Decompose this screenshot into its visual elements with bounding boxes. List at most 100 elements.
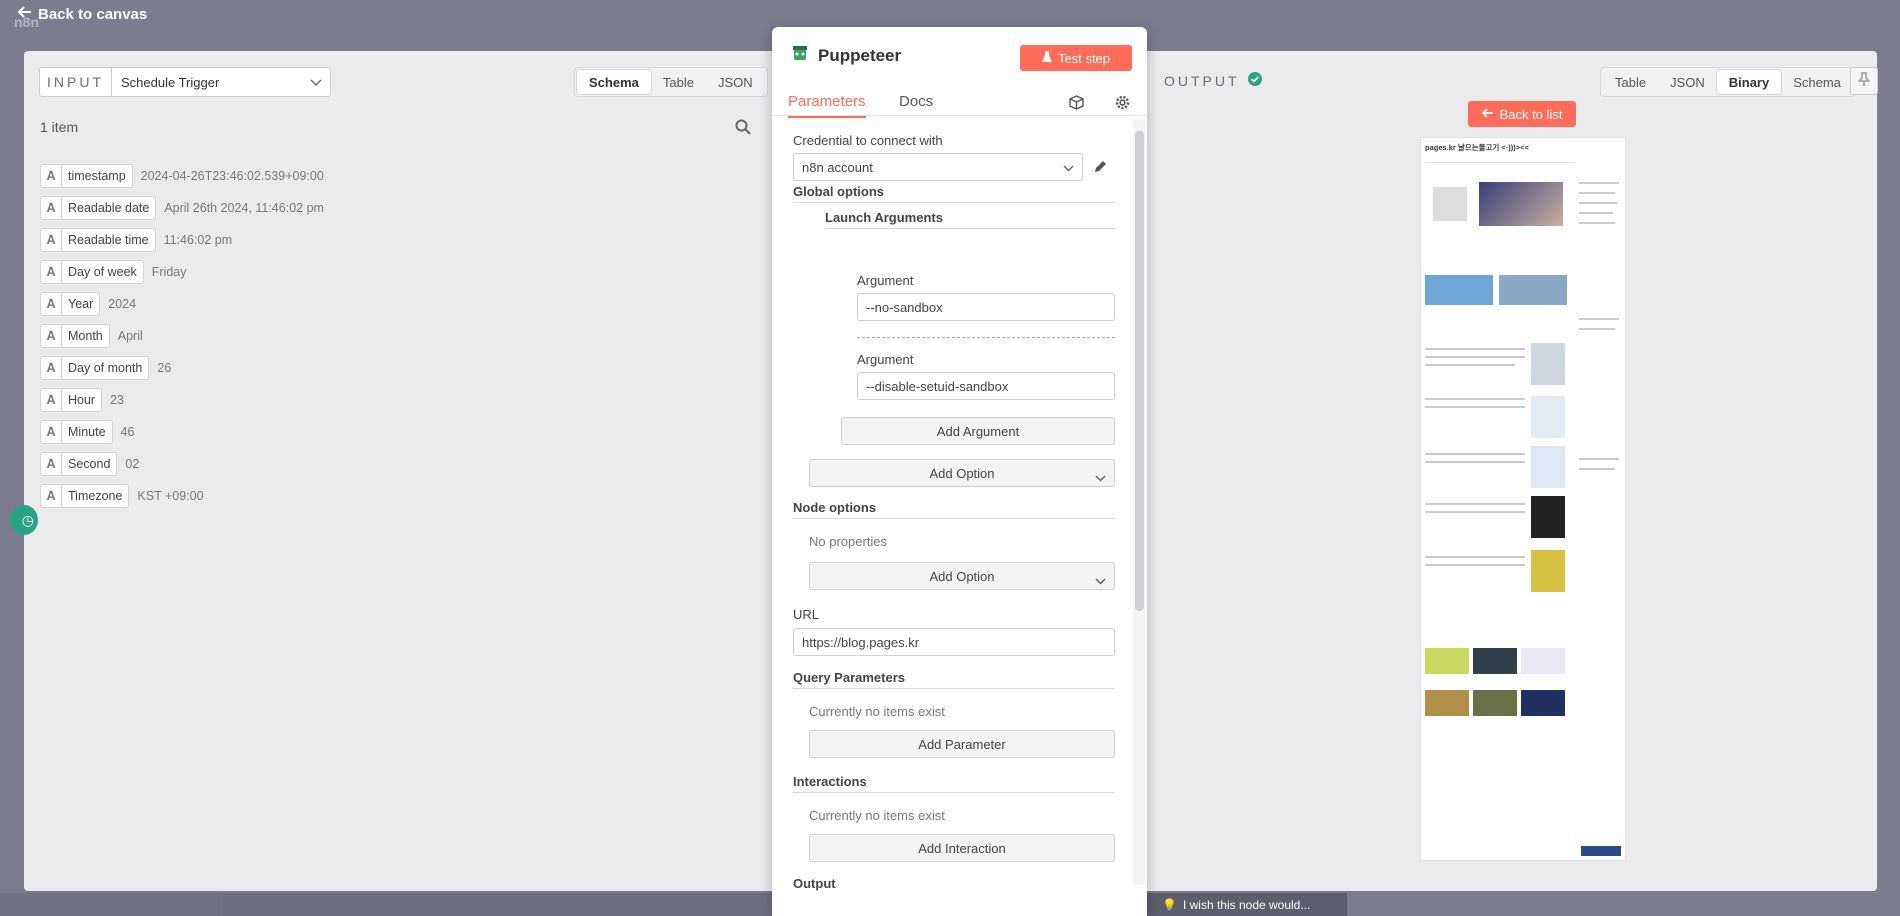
input-schema-list: Atimestamp 2024-04-26T23:46:02.539+09:00 … (40, 160, 324, 512)
tab-docs[interactable]: Docs (899, 93, 933, 110)
input-source-dropdown[interactable]: Schedule Trigger (112, 75, 330, 90)
add-parameter-button[interactable]: Add Parameter (809, 730, 1115, 758)
argument-label: Argument (857, 273, 914, 288)
interactions-heading: Interactions (793, 774, 1115, 793)
schema-field-chip[interactable]: A Second (40, 452, 118, 476)
back-to-list-button[interactable]: Back to list (1468, 101, 1576, 127)
output-view-json[interactable]: JSON (1658, 70, 1717, 94)
schema-row: A Year 2024 (40, 288, 324, 320)
preview-thumb (1531, 550, 1565, 592)
input-view-table[interactable]: Table (651, 70, 706, 94)
node-title-text: Puppeteer (818, 45, 902, 65)
add-option-button[interactable]: Add Option (809, 562, 1115, 590)
schema-field-name: Month (68, 329, 103, 343)
pin-data-button[interactable] (1850, 67, 1878, 95)
add-option-button[interactable]: Add Option (809, 459, 1115, 487)
add-interaction-button[interactable]: Add Interaction (809, 834, 1115, 862)
schema-field-name: Readable time (68, 233, 149, 247)
schema-field-value: April (117, 329, 143, 343)
schema-field-value: 2024-04-26T23:46:02.539+09:00 (140, 169, 324, 183)
parameters-scrollbar[interactable] (1133, 119, 1145, 885)
schema-field-chip[interactable]: A Day of week (40, 260, 144, 284)
schema-field-name: Year (68, 297, 94, 311)
schema-field-value: Friday (151, 265, 187, 279)
preview-text-line (1425, 461, 1525, 463)
output-view-binary[interactable]: Binary (1716, 70, 1782, 94)
schema-field-name: Second (68, 457, 111, 471)
node-title[interactable]: Puppeteer (792, 44, 901, 67)
trigger-clock-icon[interactable]: ◷ (10, 505, 38, 535)
back-to-canvas-button[interactable]: Back to canvas (17, 5, 147, 23)
preview-thumb (1521, 690, 1565, 716)
schema-field-chip[interactable]: A Readable time (40, 228, 156, 252)
arrow-left-icon (17, 5, 32, 23)
schema-field-chip[interactable]: Atimestamp (40, 164, 133, 188)
schema-field-chip[interactable]: A Month (40, 324, 110, 348)
input-view-schema[interactable]: Schema (577, 70, 651, 94)
add-option-label: Add Option (929, 568, 995, 584)
box-icon[interactable] (1069, 95, 1085, 111)
arrow-left-icon (1481, 107, 1494, 122)
string-type-icon: A (41, 325, 62, 347)
schema-field-value: 46 (120, 425, 135, 439)
pencil-icon[interactable] (1093, 159, 1108, 179)
string-type-icon: A (41, 261, 62, 283)
url-input[interactable]: https://blog.pages.kr (793, 628, 1115, 656)
add-option-label: Add Option (929, 465, 995, 481)
schema-field-chip[interactable]: A Readable date (40, 196, 157, 220)
preview-thumb (1425, 275, 1493, 305)
node-options-heading: Node options (793, 500, 1115, 519)
binary-image-preview[interactable]: pages.kr 날으는물고기 <·)))><< (1420, 137, 1626, 861)
preview-thumb (1531, 343, 1565, 385)
preview-thumb (1531, 496, 1565, 538)
preview-text-line (1425, 564, 1525, 566)
output-view-table[interactable]: Table (1603, 70, 1658, 94)
search-icon[interactable] (735, 119, 751, 135)
schema-field-chip[interactable]: A Timezone (40, 484, 130, 508)
schema-row: A Timezone KST +09:00 (40, 480, 324, 512)
node-parameters-panel: Puppeteer Test step Parameters Docs Cred… (772, 27, 1147, 916)
preview-thumb (1473, 648, 1517, 674)
credential-select[interactable]: n8n account (793, 153, 1083, 181)
schema-field-chip[interactable]: A Year (40, 292, 101, 316)
schema-row: A Minute 46 (40, 416, 324, 448)
back-to-list-label: Back to list (1499, 106, 1563, 122)
preview-sidebar-line (1579, 192, 1615, 194)
schema-field-value: 2024 (108, 297, 137, 311)
schema-field-name: Readable date (68, 201, 150, 215)
string-type-icon: A (41, 293, 62, 315)
output-view-schema[interactable]: Schema (1781, 70, 1853, 94)
schema-field-value: 23 (110, 393, 124, 407)
input-view-json[interactable]: JSON (706, 70, 765, 94)
preview-banner-image (1479, 182, 1563, 226)
chevron-down-icon (1095, 573, 1106, 588)
string-type-icon: A (41, 229, 62, 251)
schema-field-name: Hour (68, 393, 96, 407)
preview-thumb (1425, 648, 1469, 674)
canvas-zoom-controls (223, 893, 773, 916)
schema-field-value: 02 (125, 457, 140, 471)
chevron-down-icon (1063, 160, 1074, 175)
feedback-bar[interactable]: 💡 I wish this node would... (1147, 893, 1347, 916)
add-argument-button[interactable]: Add Argument (841, 417, 1115, 445)
parameters-form: Credential to connect with n8n account G… (792, 122, 1116, 892)
preview-text-line (1425, 406, 1525, 408)
gear-icon[interactable] (1115, 95, 1131, 111)
input-source-selector[interactable]: INPUT Schedule Trigger (39, 67, 331, 97)
preview-sidebar-line (1579, 458, 1619, 460)
schema-field-chip[interactable]: A Day of month (40, 356, 150, 380)
preview-nav-line (1425, 162, 1575, 163)
string-type-icon: A (41, 197, 62, 219)
schema-row: A Day of month 26 (40, 352, 324, 384)
query-parameters-heading: Query Parameters (793, 670, 1115, 689)
schema-row: A Day of week Friday (40, 256, 324, 288)
output-pane-label: OUTPUT (1164, 72, 1240, 89)
scrollbar-thumb[interactable] (1135, 131, 1144, 611)
schema-field-chip[interactable]: A Minute (40, 420, 113, 444)
argument-input[interactable]: --no-sandbox (857, 293, 1115, 321)
argument-input[interactable]: --disable-setuid-sandbox (857, 372, 1115, 400)
schema-field-value: April 26th 2024, 11:46:02 pm (164, 201, 324, 215)
schema-field-chip[interactable]: A Hour (40, 388, 103, 412)
tab-parameters[interactable]: Parameters (788, 93, 866, 118)
test-step-button[interactable]: Test step (1020, 45, 1132, 71)
